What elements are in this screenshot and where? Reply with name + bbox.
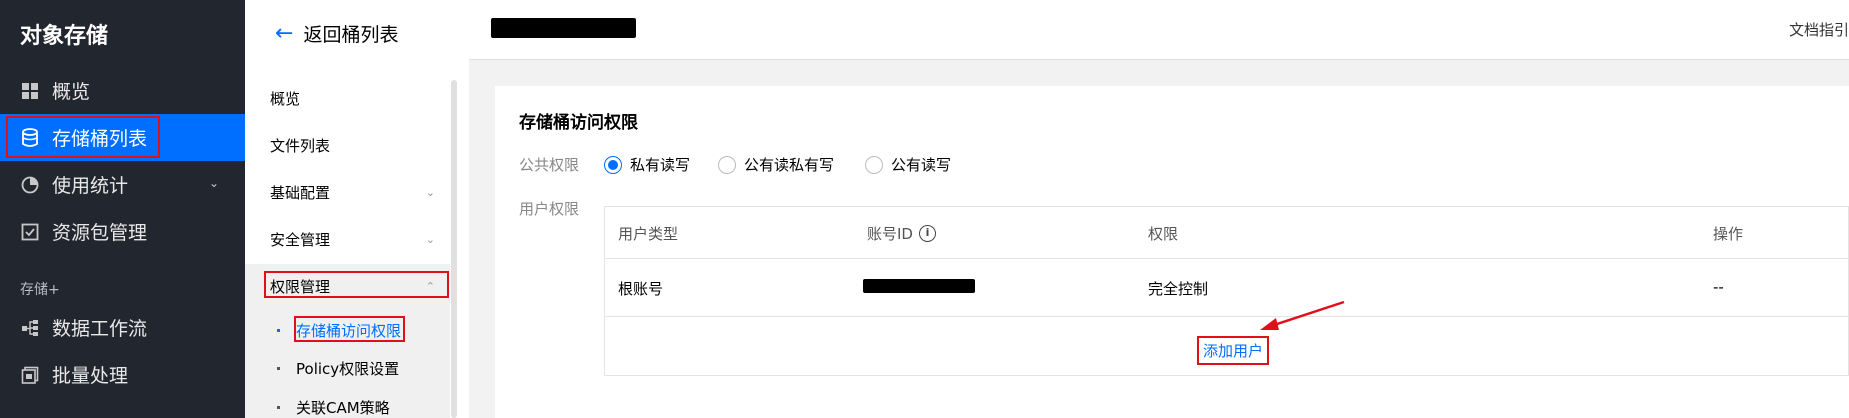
cell-user-type: 根账号 <box>618 280 664 298</box>
bullet-dot <box>277 405 280 409</box>
sidebar-section-label: 存储+ <box>20 282 60 298</box>
back-label: 返回桶列表 <box>303 24 399 46</box>
public-permission-label: 公共权限 <box>519 156 580 174</box>
pie-chart-icon <box>20 175 40 195</box>
subnav-child-label: 关联CAM策略 <box>296 398 390 417</box>
sidebar-item-package-management[interactable]: 资源包管理 <box>0 208 245 255</box>
package-icon <box>20 222 40 242</box>
sidebar-item-label: 概览 <box>52 81 91 103</box>
access-permission-card: 存储桶访问权限 公共权限 私有读写 公有读私有写 公有读写 用户权限 用户类型 … <box>495 86 1849 418</box>
workflow-icon <box>20 318 40 338</box>
radio-public-read-private-write[interactable]: 公有读私有写 <box>718 154 834 175</box>
radio-public-read-write[interactable]: 公有读写 <box>865 154 951 175</box>
annotation-highlight-box <box>6 116 160 158</box>
subnav-child-label: Policy权限设置 <box>296 359 400 378</box>
subnav-item-label: 安全管理 <box>270 230 331 249</box>
batch-icon <box>20 365 40 385</box>
annotation-highlight-box <box>264 271 449 298</box>
column-header-permission: 权限 <box>1148 225 1179 243</box>
grid-icon <box>20 81 40 101</box>
subnav-item-basic-config[interactable]: 基础配置 ⌄ <box>270 174 445 210</box>
back-to-bucket-list-link[interactable]: ← 返回桶列表 <box>275 20 398 47</box>
table-row: 根账号 完全控制 -- <box>605 259 1848 317</box>
table-header: 用户类型 账号ID i 权限 操作 <box>605 207 1848 259</box>
sidebar-item-usage-stats[interactable]: 使用统计 ⌄ <box>0 161 245 208</box>
subnav-item-file-list[interactable]: 文件列表 <box>270 127 445 163</box>
radio-label: 公有读私有写 <box>744 156 835 174</box>
user-permission-table: 用户类型 账号ID i 权限 操作 根账号 完全控制 -- 添加用户 <box>604 206 1849 376</box>
cell-action: -- <box>1713 278 1724 296</box>
subnav-item-label: 基础配置 <box>270 183 331 202</box>
radio-circle <box>604 155 622 174</box>
subnav-item-overview[interactable]: 概览 <box>270 80 445 116</box>
bullet-dot <box>277 366 280 370</box>
chevron-down-icon: ⌄ <box>208 176 219 190</box>
chevron-down-icon: ⌄ <box>425 185 435 199</box>
column-header-label: 账号ID <box>867 225 913 243</box>
arrow-left-icon: ← <box>275 21 294 46</box>
column-header-account-id: 账号ID i <box>867 223 936 244</box>
sidebar-item-label: 批量处理 <box>52 365 129 387</box>
subnav-item-label: 概览 <box>270 89 301 108</box>
column-header-action: 操作 <box>1713 225 1744 243</box>
subnav-item-security[interactable]: 安全管理 ⌄ <box>270 221 445 257</box>
bullet-dot <box>277 328 280 332</box>
main-sidebar: 对象存储 概览 存储桶列表 使用统计 ⌄ 资源包管理 存储+ 数据工作流 批量处… <box>0 0 245 418</box>
column-header-user-type: 用户类型 <box>618 225 679 243</box>
redacted-account-id <box>863 279 975 293</box>
info-icon[interactable]: i <box>918 225 936 242</box>
radio-label: 公有读写 <box>891 156 952 174</box>
radio-label: 私有读写 <box>630 156 691 174</box>
add-user-button[interactable]: 添加用户 <box>1197 336 1270 365</box>
chevron-down-icon: ⌄ <box>425 232 435 246</box>
user-permission-label: 用户权限 <box>519 200 580 218</box>
sidebar-item-batch-processing[interactable]: 批量处理 <box>0 351 245 398</box>
radio-private-read-write[interactable]: 私有读写 <box>604 154 690 175</box>
cell-permission: 完全控制 <box>1148 280 1209 298</box>
radio-circle <box>865 155 883 174</box>
subnav-child-cam-policy[interactable]: 关联CAM策略 <box>277 391 390 418</box>
sidebar-item-overview[interactable]: 概览 <box>0 67 245 114</box>
subnav-scrollbar[interactable] <box>451 80 457 418</box>
sidebar-item-label: 数据工作流 <box>52 318 148 340</box>
sidebar-item-data-workflow[interactable]: 数据工作流 <box>0 304 245 351</box>
sidebar-item-label: 使用统计 <box>52 175 129 197</box>
page-title: 存储桶访问权限 <box>519 113 638 133</box>
product-title: 对象存储 <box>20 24 109 49</box>
top-header: 文档指引 <box>469 0 1849 60</box>
redacted-bucket-name <box>491 18 636 38</box>
radio-circle <box>718 155 736 174</box>
subnav-child-policy-settings[interactable]: Policy权限设置 <box>277 352 399 384</box>
subnav-item-label: 文件列表 <box>270 136 331 155</box>
doc-guide-link[interactable]: 文档指引 <box>1789 19 1849 40</box>
sidebar-item-label: 资源包管理 <box>52 222 148 244</box>
bucket-subnav: ← 返回桶列表 概览 文件列表 基础配置 ⌄ 安全管理 ⌄ 权限管理 ⌃ 存储桶… <box>245 0 469 418</box>
annotation-highlight-box <box>294 316 405 342</box>
